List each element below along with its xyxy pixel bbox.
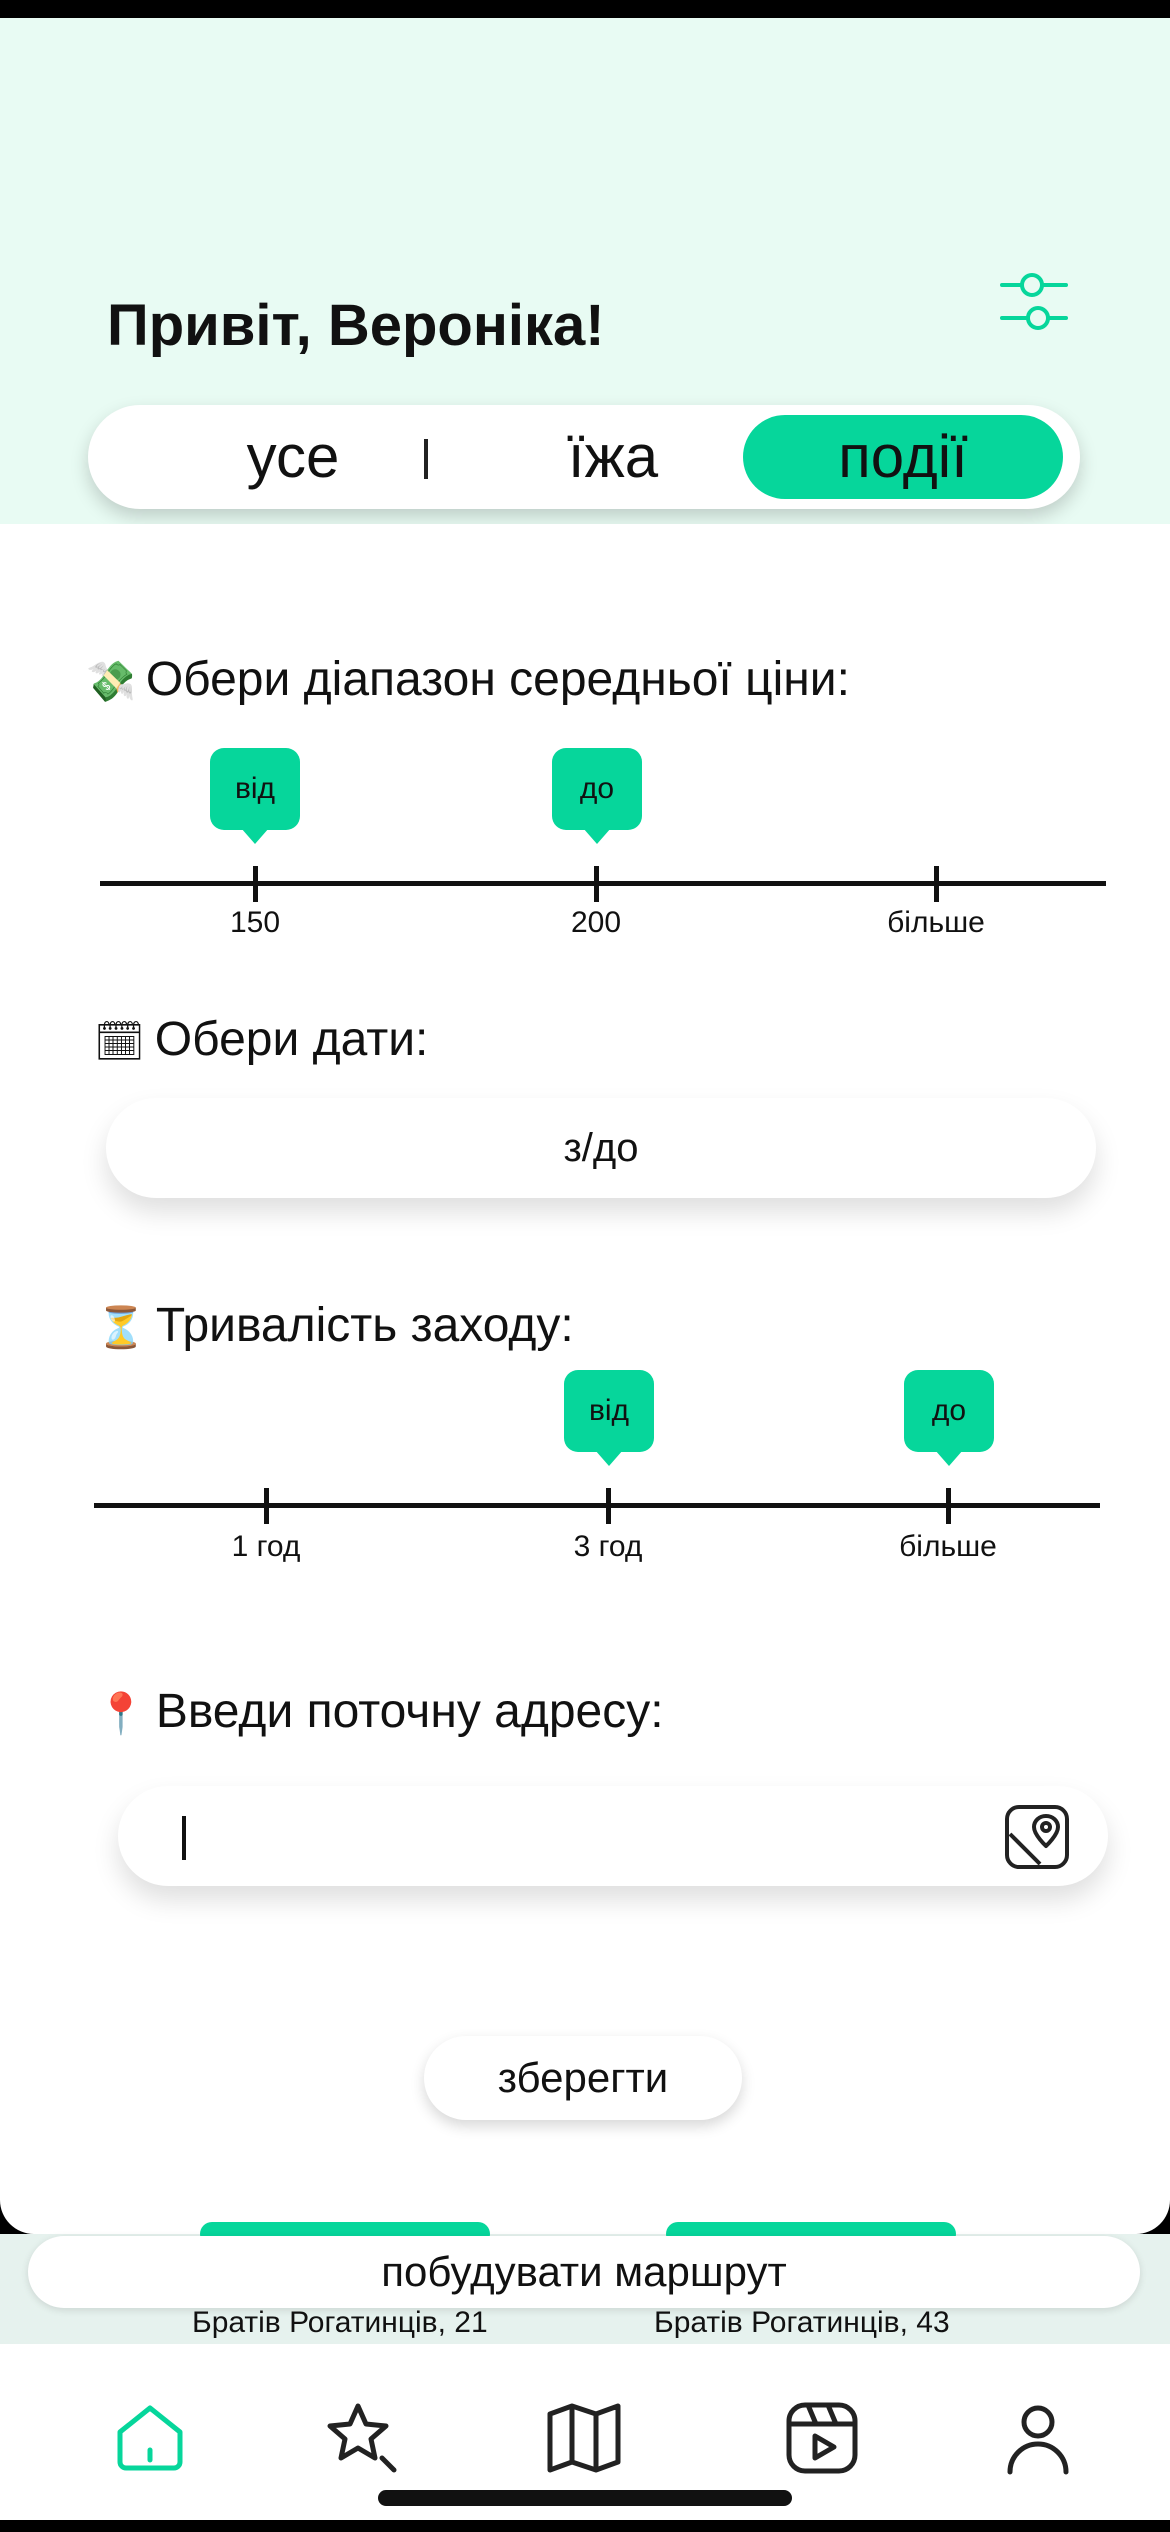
duration-section-title: ⏳ Тривалість заходу: <box>96 1299 574 1352</box>
duration-tick-label: 1 год <box>231 1530 301 1563</box>
pin-icon: 📍 <box>96 1691 146 1737</box>
category-segmented-control: усе їжа події <box>88 405 1080 509</box>
duration-tick <box>264 1488 269 1524</box>
price-tick-label: 150 <box>229 906 281 939</box>
price-from-handle[interactable]: від <box>210 748 300 844</box>
price-tick <box>253 866 258 902</box>
place-address: Братів Рогатинців, 43 <box>654 2306 950 2339</box>
map-icon[interactable] <box>546 2400 622 2476</box>
price-slider-track[interactable] <box>100 881 1106 886</box>
profile-icon[interactable] <box>1000 2400 1076 2476</box>
screen: Привіт, Вероніка! усе їжа події 💸 Обери д… <box>0 0 1170 2532</box>
duration-from-handle[interactable]: від <box>564 1370 654 1466</box>
build-route-button[interactable]: побудувати маршрут <box>28 2236 1140 2308</box>
duration-tick <box>946 1488 951 1524</box>
home-icon[interactable] <box>112 2400 188 2476</box>
price-tick <box>934 866 939 902</box>
date-range-picker[interactable]: з/до <box>106 1098 1096 1198</box>
address-input[interactable] <box>118 1786 1108 1886</box>
money-icon: 💸 <box>86 659 136 705</box>
price-tick-label: більше <box>887 906 985 939</box>
save-button[interactable]: зберегти <box>424 2036 742 2120</box>
map-pin-icon[interactable] <box>1004 1804 1070 1870</box>
reels-icon[interactable] <box>784 2400 860 2476</box>
duration-tick-label: 3 год <box>573 1530 643 1563</box>
duration-tick-label: більше <box>899 1530 997 1563</box>
price-tick-label: 200 <box>570 906 622 939</box>
hourglass-icon: ⏳ <box>96 1305 146 1351</box>
address-section-title: 📍 Введи поточну адресу: <box>96 1685 664 1738</box>
price-to-handle[interactable]: до <box>552 748 642 844</box>
sliders-icon[interactable] <box>998 268 1070 338</box>
dates-section-title: 🗓 Обери дати: <box>94 1013 429 1066</box>
duration-to-handle[interactable]: до <box>904 1370 994 1466</box>
price-tick <box>594 866 599 902</box>
tab-divider <box>424 439 428 479</box>
text-caret <box>182 1816 186 1860</box>
tab-food[interactable]: їжа <box>468 415 758 499</box>
tab-all[interactable]: усе <box>148 415 438 499</box>
calendar-icon: 🗓 <box>94 1019 145 1065</box>
home-indicator <box>378 2490 792 2506</box>
place-address: Братів Рогатинців, 21 <box>192 2306 488 2339</box>
tab-events[interactable]: події <box>743 415 1063 499</box>
greeting-title: Привіт, Вероніка! <box>107 293 605 358</box>
star-icon[interactable] <box>324 2400 400 2476</box>
price-section-title: 💸 Обери діапазон середньої ціни: <box>86 653 850 706</box>
duration-tick <box>606 1488 611 1524</box>
